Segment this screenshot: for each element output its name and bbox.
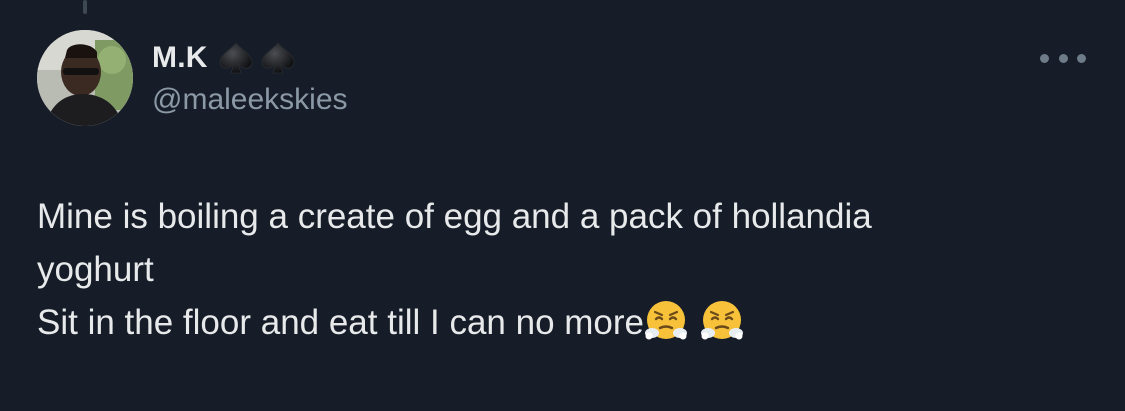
tweet-text-line-with-emoji: Sit in the floor and eat till I can no m… xyxy=(37,296,1077,349)
name-emojis xyxy=(216,40,298,76)
more-dots-icon xyxy=(1040,53,1049,63)
user-handle[interactable]: @maleekskies xyxy=(152,82,348,118)
display-name[interactable]: M.K xyxy=(152,41,208,75)
more-dots-icon xyxy=(1077,53,1086,63)
profile-photo xyxy=(37,30,133,126)
tweet-text-line: Mine is boiling a create of egg and a pa… xyxy=(37,197,872,236)
thread-connector-line xyxy=(83,0,87,14)
avatar[interactable] xyxy=(37,30,133,126)
more-options-button[interactable] xyxy=(1040,48,1086,68)
tweet-text: Mine is boiling a create of egg and a pa… xyxy=(37,190,1077,349)
tweet-text-line: Sit in the floor and eat till I can no m… xyxy=(37,303,644,342)
spade-icon xyxy=(219,42,252,74)
face-with-steam-icon xyxy=(701,301,743,340)
more-dots-icon xyxy=(1058,53,1068,63)
tweet-text-line: yoghurt xyxy=(37,250,154,289)
face-with-steam-icon xyxy=(645,301,687,340)
spade-icon xyxy=(261,42,294,74)
name-row: M.K xyxy=(152,40,348,76)
tweet-header: M.K @maleekskies xyxy=(152,40,348,118)
